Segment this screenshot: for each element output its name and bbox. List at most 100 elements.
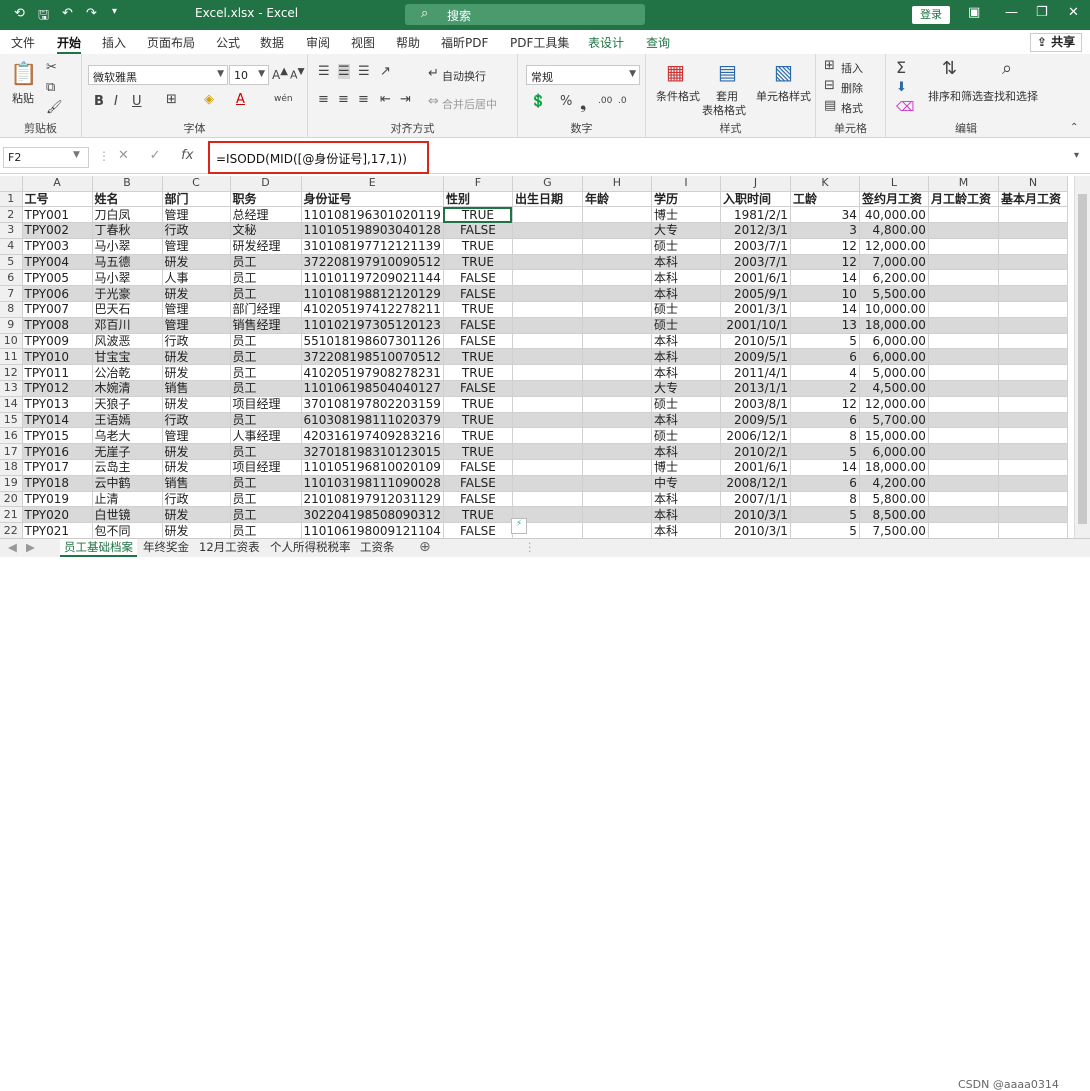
data-cell[interactable]: TPY013 [22, 396, 93, 413]
prev-sheet-icon[interactable]: ◀ [4, 539, 21, 557]
column-header[interactable]: N [998, 176, 1068, 192]
data-cell[interactable]: 研发 [162, 522, 231, 538]
header-cell[interactable]: 身份证号 [301, 191, 444, 208]
data-cell[interactable] [582, 206, 652, 224]
data-cell[interactable] [512, 459, 583, 476]
data-cell[interactable] [512, 364, 583, 382]
insert-function-icon[interactable]: fx [181, 148, 193, 163]
data-cell[interactable]: 10 [790, 285, 860, 303]
data-cell[interactable]: 博士 [651, 459, 721, 476]
column-header[interactable]: A [22, 176, 93, 192]
data-cell[interactable]: FALSE [443, 222, 513, 239]
data-cell[interactable]: 2009/5/1 [720, 348, 791, 366]
data-cell[interactable]: FALSE [443, 285, 513, 303]
increase-indent-icon[interactable]: ⇥ [400, 92, 411, 107]
data-cell[interactable]: 本科 [651, 506, 721, 524]
enter-icon[interactable]: ✓ [150, 148, 161, 163]
data-cell[interactable]: 研发 [162, 364, 231, 382]
row-header[interactable]: 16 [0, 427, 23, 445]
column-header[interactable]: K [790, 176, 860, 192]
data-cell[interactable]: 硕士 [651, 238, 721, 255]
fill-icon[interactable]: ⬇ [896, 80, 907, 95]
data-cell[interactable] [582, 427, 652, 445]
data-cell[interactable] [998, 491, 1068, 508]
data-cell[interactable] [998, 333, 1068, 350]
data-cell[interactable]: 员工 [230, 364, 302, 382]
column-header[interactable]: G [512, 176, 583, 192]
data-cell[interactable]: 5 [790, 333, 860, 350]
search-box[interactable]: ⌕ 搜索 [405, 4, 645, 25]
data-cell[interactable]: 员工 [230, 254, 302, 271]
data-cell[interactable]: 4,800.00 [859, 222, 929, 239]
data-cell[interactable]: 马小翠 [92, 269, 163, 287]
data-cell[interactable]: 2007/1/1 [720, 491, 791, 508]
data-cell[interactable]: FALSE [443, 491, 513, 508]
sheet-tab-december-salary[interactable]: 12月工资表 [195, 539, 264, 557]
data-cell[interactable]: 大专 [651, 380, 721, 397]
align-middle-icon[interactable]: ☰ [338, 64, 350, 79]
data-cell[interactable]: 总经理 [230, 206, 302, 224]
data-cell[interactable]: 4,500.00 [859, 380, 929, 397]
data-cell[interactable] [582, 364, 652, 382]
header-cell[interactable]: 签约月工资 [859, 191, 929, 208]
data-cell[interactable]: 8 [790, 491, 860, 508]
find-select-icon[interactable]: ⌕ [1002, 58, 1012, 79]
row-header[interactable]: 8 [0, 301, 23, 318]
data-cell[interactable] [928, 491, 999, 508]
data-cell[interactable]: 研发 [162, 459, 231, 476]
cancel-icon[interactable]: ✕ [118, 148, 129, 163]
data-cell[interactable]: TPY010 [22, 348, 93, 366]
data-cell[interactable]: 14 [790, 301, 860, 318]
wrap-text-icon[interactable]: ↵ [428, 66, 439, 81]
vertical-scrollbar[interactable] [1074, 176, 1090, 538]
autosum-icon[interactable]: Σ [896, 58, 906, 77]
column-header[interactable]: C [162, 176, 231, 192]
data-cell[interactable] [512, 412, 583, 429]
more-options-icon[interactable]: ⋮ [520, 539, 540, 557]
data-cell[interactable]: 12 [790, 238, 860, 255]
find-select-button[interactable]: 查找和选择 [983, 88, 1038, 104]
data-cell[interactable]: 员工 [230, 348, 302, 366]
expand-formula-icon[interactable]: ▾ [1074, 150, 1079, 161]
data-cell[interactable] [582, 522, 652, 538]
data-cell[interactable]: 6,000.00 [859, 348, 929, 366]
phonetic-icon[interactable]: wén [274, 94, 293, 104]
data-cell[interactable]: 木婉清 [92, 380, 163, 397]
data-cell[interactable]: TRUE [443, 254, 513, 271]
data-cell[interactable] [582, 491, 652, 508]
data-cell[interactable]: 行政 [162, 412, 231, 429]
data-cell[interactable]: 2003/7/1 [720, 254, 791, 271]
data-cell[interactable] [928, 380, 999, 397]
decrease-indent-icon[interactable]: ⇤ [380, 92, 391, 107]
header-cell[interactable]: 基本月工资 [998, 191, 1068, 208]
data-cell[interactable] [928, 522, 999, 538]
data-cell[interactable]: 2013/1/1 [720, 380, 791, 397]
data-cell[interactable] [998, 427, 1068, 445]
data-cell[interactable]: 15,000.00 [859, 427, 929, 445]
cell-styles-button[interactable]: 单元格样式 [756, 88, 811, 104]
sheet-tab-employee[interactable]: 员工基础档案 [60, 539, 137, 557]
autosave-icon[interactable]: ⟲ [14, 6, 25, 21]
data-cell[interactable] [582, 269, 652, 287]
data-cell[interactable]: 巴天石 [92, 301, 163, 318]
data-cell[interactable]: 风波恶 [92, 333, 163, 350]
data-cell[interactable]: 本科 [651, 491, 721, 508]
data-cell[interactable]: 大专 [651, 222, 721, 239]
tab-pdf-tools[interactable]: PDF工具集 [510, 34, 569, 51]
tab-table-design[interactable]: 表设计 [588, 34, 624, 51]
data-cell[interactable] [582, 412, 652, 429]
data-cell[interactable]: 部门经理 [230, 301, 302, 318]
data-cell[interactable]: 5,500.00 [859, 285, 929, 303]
data-cell[interactable]: 420316197409283216 [301, 427, 444, 445]
data-cell[interactable]: TPY020 [22, 506, 93, 524]
data-cell[interactable]: 马五德 [92, 254, 163, 271]
data-cell[interactable]: 于光豪 [92, 285, 163, 303]
data-cell[interactable]: 18,000.00 [859, 459, 929, 476]
data-cell[interactable]: 员工 [230, 522, 302, 538]
data-cell[interactable]: TRUE [443, 364, 513, 382]
data-cell[interactable]: 7,000.00 [859, 254, 929, 271]
data-cell[interactable]: 2010/2/1 [720, 443, 791, 461]
data-cell[interactable]: 本科 [651, 443, 721, 461]
data-cell[interactable]: 甘宝宝 [92, 348, 163, 366]
data-cell[interactable]: 2003/7/1 [720, 238, 791, 255]
